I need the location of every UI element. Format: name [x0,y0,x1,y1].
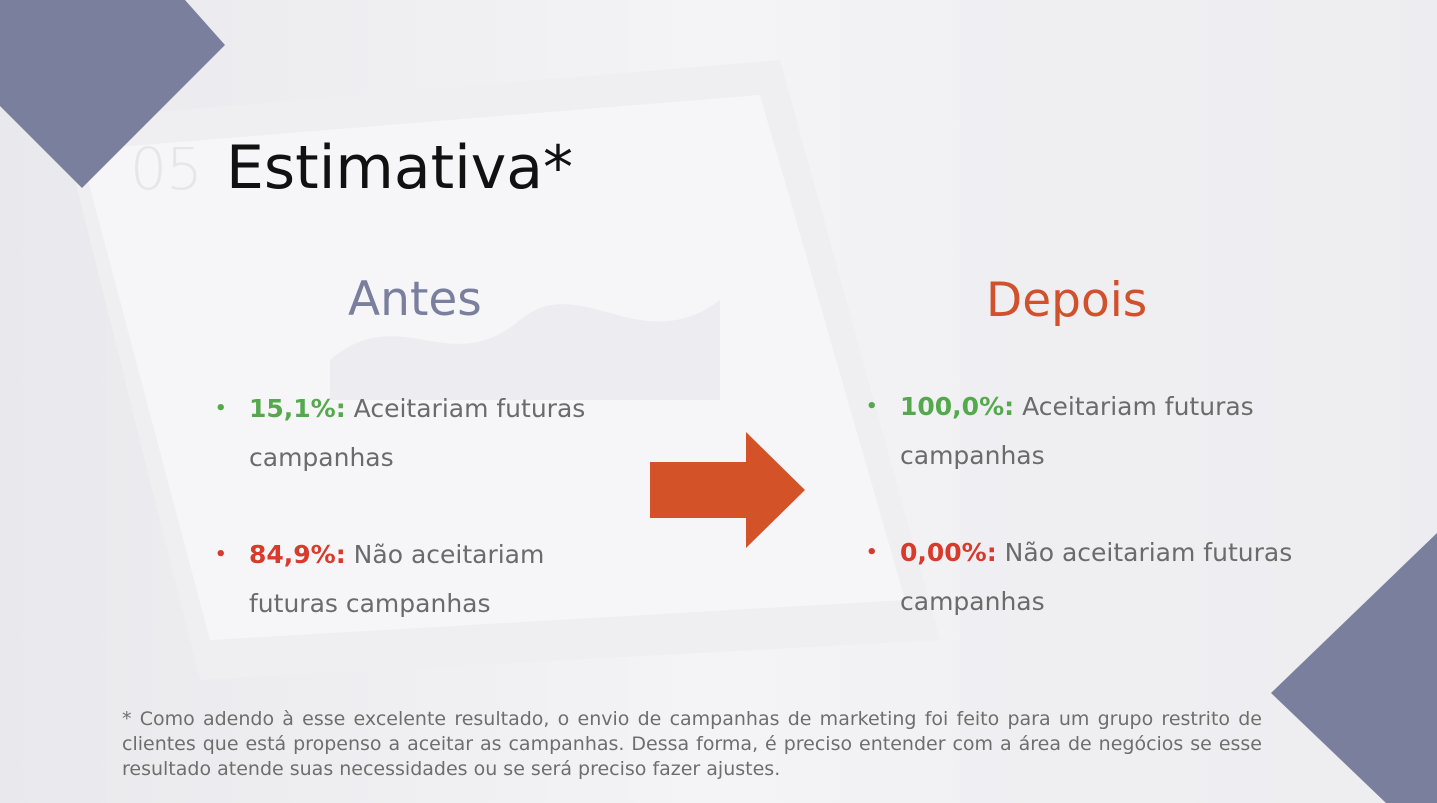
after-item-reject: • 0,00%: Não aceitariam futuras campanha… [866,528,1306,626]
after-item-accept: • 100,0%: Aceitariam futuras campanhas [866,382,1306,480]
bullet-icon: • [215,398,227,419]
after-list: • 100,0%: Aceitariam futuras campanhas •… [866,382,1306,674]
before-reject-pct: 84,9%: [249,540,346,569]
bullet-icon: • [866,396,878,417]
arrow-right-icon [650,432,805,548]
after-reject-pct: 0,00%: [900,538,997,567]
after-heading: Depois [986,273,1148,328]
footnote: * Como adendo à esse excelente resultado… [122,708,1262,780]
bullet-icon: • [866,542,878,563]
slide-number: 05 [130,135,203,203]
slide-title: Estimativa* [226,133,574,203]
before-item-accept: • 15,1%: Aceitariam futuras campanhas [215,384,635,482]
before-list: • 15,1%: Aceitariam futuras campanhas • … [215,384,635,676]
bullet-icon: • [215,544,227,565]
after-accept-pct: 100,0%: [900,392,1015,421]
before-heading: Antes [348,272,482,327]
before-accept-pct: 15,1%: [249,394,346,423]
before-item-reject: • 84,9%: Não aceitariam futuras campanha… [215,530,635,628]
